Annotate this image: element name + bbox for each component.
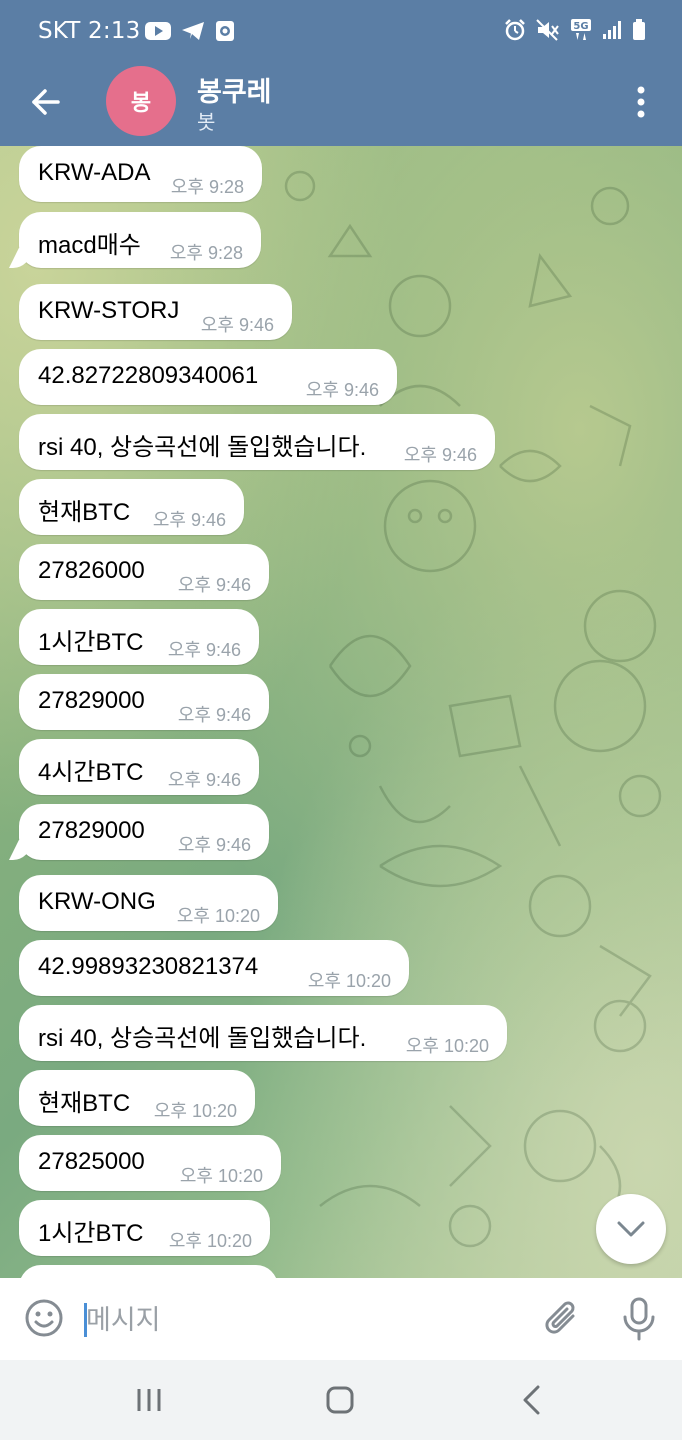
more-options-button[interactable] [626,82,656,122]
recent-apps-button[interactable] [133,1384,165,1416]
chevron-left-icon [523,1385,540,1415]
telegram-icon [181,21,205,47]
message-time: 오후 9:46 [403,445,477,465]
message-bubble[interactable]: 27829000 오후 9:46 [19,804,269,860]
attach-button[interactable] [543,1298,583,1340]
message-time: 오후 10:20 [179,1166,263,1186]
message-text: rsi 40, 상승곡선에 돌입했습니다. [38,1025,367,1052]
message-time: 오후 9:46 [177,835,251,855]
message-text: KRW-STORJ [38,297,180,324]
message-time: 오후 10:20 [153,1101,237,1121]
message-time: 오후 10:20 [307,971,391,991]
more-vertical-icon [637,86,645,118]
message-bubble[interactable]: KRW-ADA 오후 9:28 [19,146,262,202]
message-time: 오후 9:46 [152,510,226,530]
5g-icon: 5G [570,18,592,48]
avatar[interactable]: 봉 [106,66,176,136]
message-time: 오후 9:46 [305,380,379,400]
signal-icon [602,20,622,46]
message-text: 42.82722809340061 [38,362,259,389]
message-bubble[interactable]: 4시간BTC 오후 9:46 [19,739,259,795]
message-text: 27826000 [38,557,145,584]
battery-icon [632,19,646,47]
back-button[interactable] [26,82,66,122]
message-bubble[interactable]: 42.82722809340061 오후 9:46 [19,349,397,405]
avatar-initial: 봉 [130,91,152,116]
home-button[interactable] [325,1384,355,1416]
message-text: 27829000 [38,687,145,714]
message-text: macd매수 [38,232,141,259]
message-time: 오후 10:20 [168,1231,252,1251]
message-text: 27829000 [38,817,145,844]
message-time: 오후 10:20 [176,906,260,926]
message-time: 오후 9:28 [170,177,244,197]
message-bubble[interactable]: 42.99893230821374 오후 10:20 [19,940,409,996]
message-bubble[interactable]: 1시간BTC 오후 9:46 [19,609,259,665]
message-text: 현재BTC [38,1090,131,1117]
message-time: 오후 9:46 [167,770,241,790]
message-text: 27825000 [38,1148,145,1175]
message-time: 오후 10:20 [405,1036,489,1056]
message-bubble[interactable]: 27829000 오후 9:46 [19,674,269,730]
message-text: 1시간BTC [38,629,144,656]
microphone-button[interactable] [620,1296,658,1342]
message-bubble[interactable]: 27825000 오후 10:20 [19,1135,281,1191]
message-time: 오후 9:46 [177,575,251,595]
message-bubble[interactable]: 1시간BTC 오후 10:20 [19,1200,270,1256]
emoji-button[interactable] [24,1298,64,1338]
microphone-icon [623,1297,655,1341]
message-text: 4시간BTC [38,759,144,786]
message-composer [0,1278,682,1360]
status-bar: SKT 2:13 5G [0,0,682,64]
message-text: KRW-ONG [38,888,156,915]
message-bubble[interactable]: KRW-ONG 오후 10:20 [19,875,278,931]
chat-header: 봉 봉쿠레 봇 [0,64,682,146]
youtube-icon [145,21,171,47]
message-bubble[interactable]: macd매수 오후 9:28 [19,212,261,268]
paperclip-icon [545,1301,575,1334]
message-text: 현재BTC [38,499,131,526]
chat-messages[interactable]: KRW-ADA 오후 9:28 macd매수 오후 9:28 KRW-STORJ… [0,146,682,1278]
mute-icon [536,19,560,47]
message-text: KRW-ADA [38,159,151,186]
emoji-icon [25,1299,63,1337]
message-time: 오후 9:46 [167,640,241,660]
alarm-icon [504,19,526,47]
status-time: SKT 2:13 [38,18,141,44]
message-bubble[interactable]: 27826000 오후 9:46 [19,544,269,600]
message-bubble[interactable]: KRW-STORJ 오후 9:46 [19,284,292,340]
scroll-to-bottom-button[interactable] [596,1194,666,1264]
message-text: 42.99893230821374 [38,953,259,980]
message-time: 오후 9:28 [169,243,243,263]
message-bubble[interactable]: 현재BTC 오후 9:46 [19,479,244,535]
message-text: rsi 40, 상승곡선에 돌입했습니다. [38,434,367,461]
screen-record-icon [215,20,235,48]
message-time: 오후 9:46 [177,705,251,725]
arrow-left-icon [32,89,60,115]
chat-title[interactable]: 봉쿠레 [197,70,272,109]
message-text: 1시간BTC [38,1220,144,1247]
message-bubble-partial[interactable] [19,1265,278,1278]
system-back-button[interactable] [518,1382,544,1418]
system-navigation-bar [0,1360,682,1440]
home-icon [326,1386,354,1414]
message-bubble[interactable]: rsi 40, 상승곡선에 돌입했습니다. 오후 9:46 [19,414,495,470]
message-bubble[interactable]: rsi 40, 상승곡선에 돌입했습니다. 오후 10:20 [19,1005,507,1061]
svg-text:5G: 5G [573,21,588,32]
message-bubble[interactable]: 현재BTC 오후 10:20 [19,1070,255,1126]
message-input[interactable] [86,1298,506,1342]
chat-subtitle: 봇 [197,110,216,134]
message-time: 오후 9:46 [200,315,274,335]
recent-apps-icon [137,1389,161,1411]
chevron-down-icon [617,1221,645,1237]
